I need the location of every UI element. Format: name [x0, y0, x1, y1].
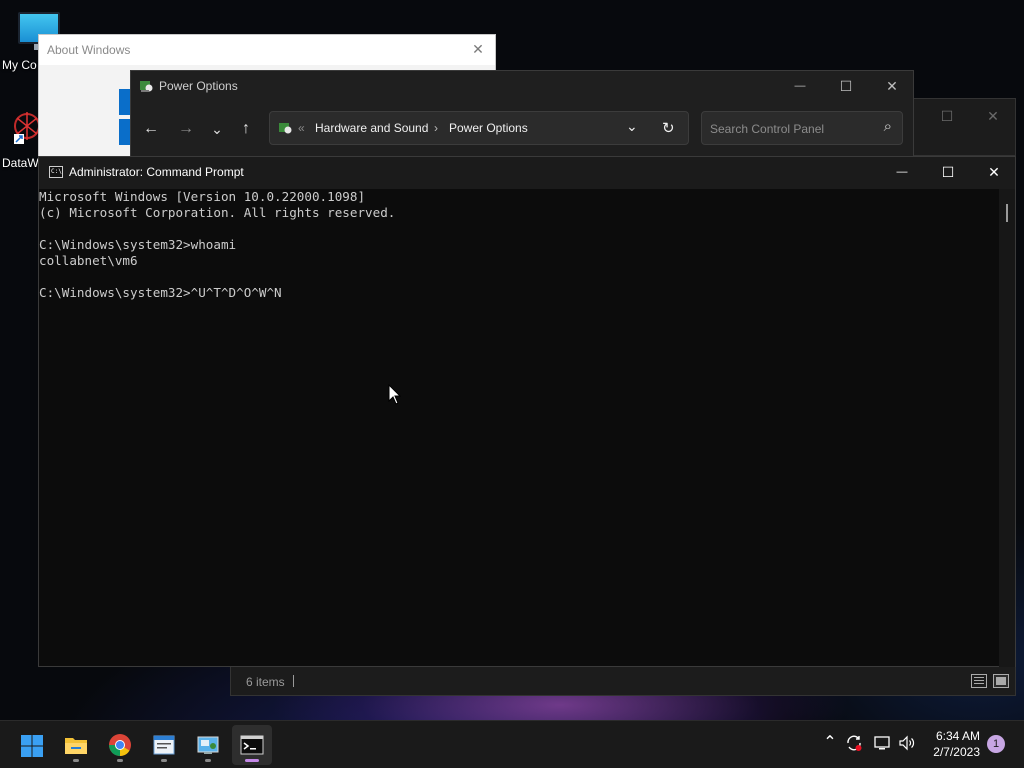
window-title: About Windows	[47, 43, 131, 57]
taskbar-command-prompt[interactable]	[232, 725, 272, 765]
power-options-status-bar	[230, 666, 1016, 696]
console-line: Microsoft Windows [Version 10.0.22000.10…	[39, 189, 366, 204]
search-input[interactable]: Search Control Panel	[710, 122, 824, 136]
title-bar[interactable]: C:\ Administrator: Command Prompt — ☐ ✕	[39, 157, 1015, 189]
status-divider	[293, 675, 294, 687]
control-panel-icon	[197, 736, 219, 754]
taskbar-notepad[interactable]	[144, 725, 184, 765]
sync-alert-icon[interactable]	[845, 734, 863, 752]
maximize-button[interactable]: ☐	[924, 101, 970, 131]
notification-badge[interactable]: 1	[987, 735, 1005, 753]
clock-date: 2/7/2023	[933, 745, 980, 759]
taskbar-chrome[interactable]	[100, 725, 140, 765]
console-line: C:\Windows\system32>whoami	[39, 237, 237, 252]
large-icons-view-button[interactable]	[993, 674, 1009, 688]
forward-button[interactable]: →	[174, 117, 198, 141]
breadcrumb-hardware-and-sound[interactable]: Hardware and Sound	[315, 121, 428, 135]
title-bar[interactable]: Power Options — ☐ ✕	[131, 71, 913, 103]
folder-icon	[65, 738, 87, 754]
back-button[interactable]: ←	[139, 117, 163, 141]
close-button[interactable]: ✕	[971, 157, 1017, 187]
chrome-icon	[109, 734, 131, 756]
window-title: Administrator: Command Prompt	[69, 165, 244, 179]
show-hidden-icons-chevron-icon[interactable]: ⌃	[821, 734, 839, 752]
vertical-scrollbar[interactable]	[999, 189, 1015, 667]
window-title: Power Options	[159, 79, 238, 93]
address-bar[interactable]: « Hardware and Sound › Power Options ⌄ ↻	[269, 111, 689, 145]
power-options-window-edge: ☐ ✕	[914, 98, 1016, 156]
recent-locations-button[interactable]: ⌄	[205, 117, 229, 141]
clock[interactable]: 6:34 AM 2/7/2023	[933, 728, 980, 760]
taskbar-file-explorer[interactable]	[56, 725, 96, 765]
clock-time: 6:34 AM	[935, 729, 980, 743]
minimize-button[interactable]: —	[879, 157, 925, 187]
scrollbar-thumb[interactable]	[1006, 204, 1008, 222]
breadcrumb-power-options[interactable]: Power Options	[449, 121, 528, 135]
refresh-button[interactable]: ↻	[662, 119, 675, 137]
desktop-icon-label: DataW	[2, 156, 39, 170]
volume-icon[interactable]	[898, 734, 916, 752]
up-button[interactable]: ↑	[234, 117, 258, 141]
console-line: (c) Microsoft Corporation. All rights re…	[39, 205, 396, 220]
command-prompt-window[interactable]: C:\ Administrator: Command Prompt — ☐ ✕ …	[38, 156, 1016, 667]
control-panel-icon	[279, 123, 292, 134]
console-prompt-line[interactable]: C:\Windows\system32>^U^T^D^O^W^N	[39, 285, 999, 301]
status-item-count: 6 items	[246, 675, 285, 689]
notepad-icon	[153, 735, 175, 755]
command-prompt-icon	[240, 735, 264, 755]
close-button[interactable]: ✕	[869, 71, 915, 101]
console-output[interactable]: Microsoft Windows [Version 10.0.22000.10…	[39, 189, 999, 667]
start-button[interactable]	[12, 725, 52, 765]
overflow-chevron[interactable]: «	[298, 121, 305, 135]
control-panel-icon	[140, 81, 153, 92]
command-prompt-icon: C:\	[49, 166, 63, 178]
network-icon[interactable]	[873, 734, 891, 752]
mouse-cursor-icon	[388, 384, 402, 405]
breadcrumb-separator: ›	[434, 121, 438, 135]
search-box[interactable]: Search Control Panel ⌕	[701, 111, 903, 145]
power-options-window[interactable]: Power Options — ☐ ✕ ← → ⌄ ↑ « Hardware a…	[130, 70, 914, 160]
maximize-button[interactable]: ☐	[823, 71, 869, 101]
desktop-icon-label: My Co	[2, 58, 37, 72]
close-button[interactable]: ✕	[970, 101, 1016, 131]
maximize-button[interactable]: ☐	[925, 157, 971, 187]
details-view-button[interactable]	[971, 674, 987, 688]
close-button[interactable]: ✕	[469, 41, 487, 59]
taskbar	[0, 720, 1024, 768]
address-dropdown-button[interactable]: ⌄	[626, 118, 638, 135]
windows-start-icon	[21, 735, 43, 757]
taskbar-control-panel[interactable]	[188, 725, 228, 765]
console-line: collabnet\vm6	[39, 253, 138, 268]
minimize-button[interactable]: —	[777, 71, 823, 101]
search-icon: ⌕	[883, 118, 892, 135]
